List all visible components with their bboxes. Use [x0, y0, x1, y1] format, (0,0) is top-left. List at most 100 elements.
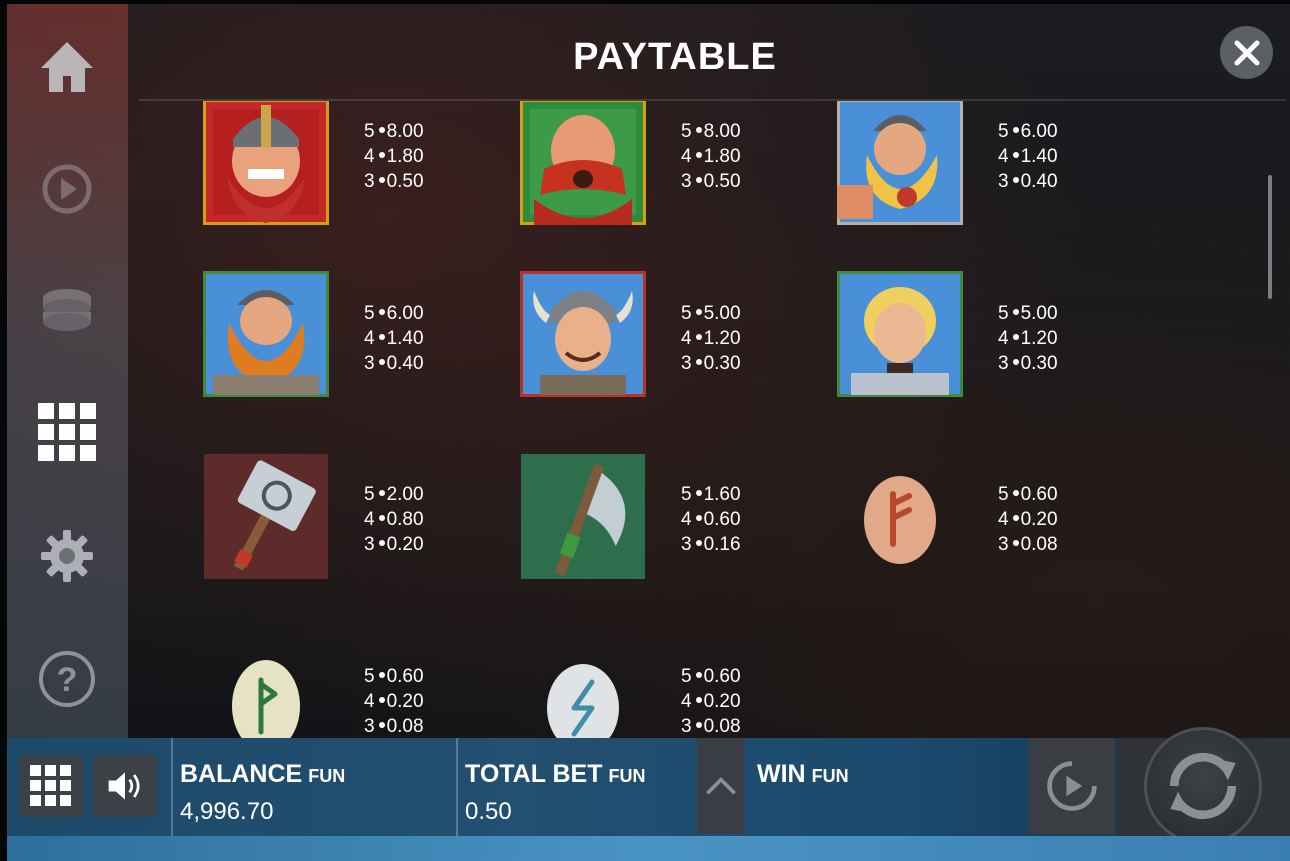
pay-value: 1.20	[1020, 328, 1058, 349]
win-label-text: WIN	[757, 760, 806, 788]
pay-count: 4	[681, 509, 692, 530]
pay-value: 0.30	[703, 353, 741, 374]
paytable-entry: 5 0.60 4 0.20 3 0.08	[762, 452, 1079, 602]
paytable-entry: 5 6.00 4 1.40 3 0.40	[128, 271, 445, 421]
paytable-entry: 5 0.60 4 0.20 3 0.08	[445, 642, 762, 738]
pay-value: 5.00	[703, 303, 741, 324]
bet-options-button[interactable]	[697, 738, 744, 834]
bottom-bar: BALANCE FUN 4,996.70 TOTAL BET FUN 0.50 WI…	[7, 727, 1290, 845]
young-viking-symbol	[520, 271, 646, 397]
pay-value: 0.08	[386, 716, 424, 737]
autoplay-button[interactable]	[1029, 738, 1115, 834]
help-icon[interactable]: ?	[37, 649, 97, 709]
green-rune-stone-symbol	[203, 646, 329, 738]
paytable-entry: 5 5.00 4 1.20 3 0.30	[445, 271, 762, 421]
paytable-entry: 5 2.00 4 0.80 3 0.20	[128, 452, 445, 602]
blue-rune-stone-symbol	[520, 646, 646, 738]
pay-value: 8.00	[703, 121, 741, 142]
pay-value: 5.00	[1020, 303, 1058, 324]
pay-count: 3	[364, 353, 375, 374]
pay-value: 1.40	[1020, 146, 1058, 167]
red-rune-stone-symbol	[837, 464, 963, 590]
pay-count: 5	[681, 121, 692, 142]
svg-text:?: ?	[57, 661, 78, 699]
pay-count: 3	[364, 716, 375, 737]
divider	[171, 738, 173, 836]
pay-value: 0.30	[1020, 353, 1058, 374]
balance-unit: FUN	[308, 766, 346, 786]
autoplay-icon[interactable]	[37, 159, 97, 219]
pay-value: 0.20	[703, 691, 741, 712]
pay-value: 0.16	[703, 534, 741, 555]
sound-button[interactable]	[93, 755, 157, 817]
total-bet-value: 0.50	[465, 798, 512, 825]
close-button[interactable]	[1220, 26, 1273, 79]
sidebar: ?	[7, 4, 128, 738]
pay-count: 4	[364, 328, 375, 349]
pay-count: 5	[998, 484, 1009, 505]
pay-count: 4	[681, 328, 692, 349]
pay-count: 4	[681, 146, 692, 167]
settings-gear-icon[interactable]	[37, 526, 97, 586]
divider	[456, 738, 458, 836]
pay-value: 0.08	[1020, 534, 1058, 555]
pay-value: 0.80	[386, 509, 424, 530]
spin-button[interactable]	[1144, 727, 1262, 845]
pay-value: 0.50	[703, 171, 741, 192]
close-icon	[1234, 40, 1259, 65]
pay-count: 3	[998, 171, 1009, 192]
pay-count: 5	[364, 121, 375, 142]
pay-count: 3	[364, 171, 375, 192]
paytable-entry: 5 8.00 4 1.80 3 0.50	[445, 101, 762, 251]
pay-value: 0.20	[1020, 509, 1058, 530]
pay-value: 2.00	[386, 484, 424, 505]
red-beard-viking-symbol	[203, 101, 329, 225]
pay-value: 0.40	[386, 353, 424, 374]
pay-count: 5	[681, 303, 692, 324]
frame-top	[0, 0, 1290, 4]
paytable-entry: 5 8.00 4 1.80 3 0.50	[128, 101, 445, 251]
shieldmaiden-symbol	[837, 271, 963, 397]
pay-count: 4	[998, 146, 1009, 167]
chevron-up-icon	[705, 777, 736, 795]
win-label: WIN FUN	[757, 760, 849, 789]
pay-count: 4	[998, 328, 1009, 349]
win-unit: FUN	[811, 766, 849, 786]
total-bet-unit: FUN	[608, 766, 646, 786]
total-bet-label-text: TOTAL BET	[465, 760, 603, 788]
pay-value: 0.60	[703, 666, 741, 687]
pay-value: 1.20	[703, 328, 741, 349]
paytable-entry: 5 1.60 4 0.60 3 0.16	[445, 452, 762, 602]
frame-left	[0, 0, 7, 861]
paytable-entry: 5 6.00 4 1.40 3 0.40	[762, 101, 1079, 251]
coins-icon[interactable]	[37, 282, 97, 342]
paytable-entry: 5 0.60 4 0.20 3 0.08	[128, 642, 445, 738]
pay-value: 0.20	[386, 691, 424, 712]
pay-value: 0.20	[386, 534, 424, 555]
pay-value: 0.60	[703, 509, 741, 530]
speaker-icon	[108, 772, 140, 800]
home-icon[interactable]	[37, 36, 97, 96]
pay-value: 0.60	[1020, 484, 1058, 505]
pay-count: 4	[364, 509, 375, 530]
pay-count: 3	[681, 171, 692, 192]
pay-value: 0.08	[703, 716, 741, 737]
pay-count: 4	[681, 691, 692, 712]
pay-count: 3	[681, 716, 692, 737]
pay-value: 1.60	[703, 484, 741, 505]
balance-value: 4,996.70	[180, 798, 274, 825]
red-moustache-viking-symbol	[520, 101, 646, 225]
pay-value: 0.60	[386, 666, 424, 687]
menu-button[interactable]	[19, 755, 83, 817]
ginger-beard-viking-symbol	[203, 271, 329, 397]
paytable-scrollbar[interactable]	[1268, 175, 1272, 299]
pay-count: 4	[364, 146, 375, 167]
pay-value: 0.50	[386, 171, 424, 192]
pay-value: 6.00	[386, 303, 424, 324]
pay-count: 3	[681, 353, 692, 374]
blonde-beard-viking-symbol	[837, 101, 963, 225]
paytable-grid-icon[interactable]	[37, 402, 97, 462]
pay-count: 5	[364, 484, 375, 505]
axe-symbol	[520, 453, 646, 579]
pay-count: 5	[681, 484, 692, 505]
